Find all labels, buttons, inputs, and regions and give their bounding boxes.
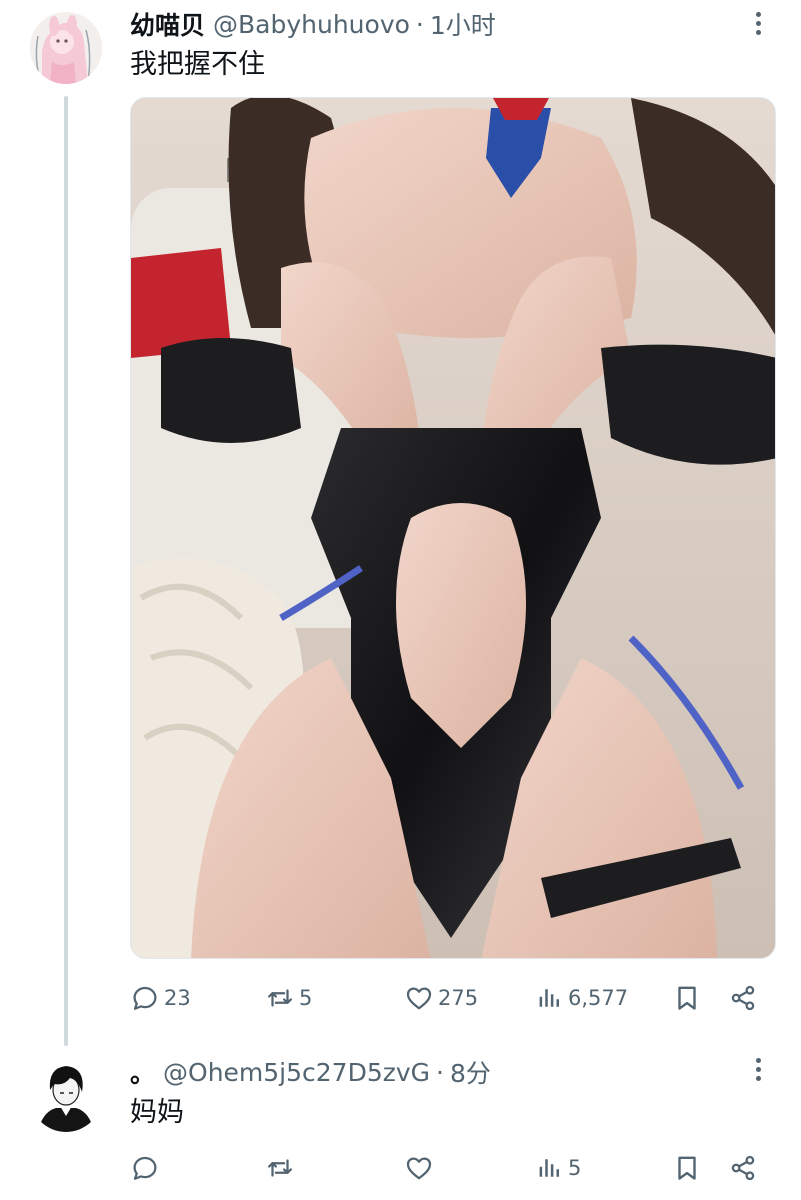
like-count: 275 (438, 986, 479, 1010)
author-handle[interactable]: @Ohem5j5c27D5zvG (163, 1058, 430, 1087)
like-button[interactable]: 275 (404, 978, 478, 1018)
action-bar: 23 5 275 6,577 (130, 978, 776, 1018)
bookmark-button[interactable] (672, 1148, 702, 1188)
post-text: 妈妈 (130, 1097, 184, 1128)
avatar[interactable] (30, 12, 102, 84)
repost-button[interactable]: 5 (265, 978, 312, 1018)
bookmark-icon (672, 1153, 702, 1183)
share-icon (728, 983, 758, 1013)
share-icon (728, 1153, 758, 1183)
views-icon (534, 1153, 564, 1183)
author-display-name[interactable]: 。 (130, 1054, 155, 1090)
meta-separator: · (415, 9, 424, 39)
more-icon[interactable] (753, 12, 763, 40)
post-header: 幼喵贝 @Babyhuhuovo · 1小时 (130, 6, 496, 42)
avatar-illustration (30, 1060, 102, 1132)
repost-count: 5 (299, 986, 313, 1010)
views-icon (534, 983, 564, 1013)
repost-button[interactable] (265, 1148, 299, 1188)
post-photo[interactable] (130, 97, 776, 959)
heart-icon (404, 983, 434, 1013)
reply-count: 23 (164, 986, 191, 1010)
views-count: 5 (568, 1156, 582, 1180)
views-button[interactable]: 5 (534, 1148, 581, 1188)
like-button[interactable] (404, 1148, 438, 1188)
avatar-illustration (30, 12, 102, 84)
reply-button[interactable] (130, 1148, 164, 1188)
reply-icon (130, 983, 160, 1013)
meta-separator: · (436, 1057, 444, 1087)
post-timestamp[interactable]: 8分 (450, 1054, 491, 1090)
post-timestamp[interactable]: 1小时 (430, 6, 496, 42)
share-button[interactable] (728, 978, 758, 1018)
author-display-name[interactable]: 幼喵贝 (130, 6, 205, 42)
reply-button[interactable]: 23 (130, 978, 191, 1018)
bookmark-icon (672, 983, 702, 1013)
repost-icon (265, 1153, 295, 1183)
views-button[interactable]: 6,577 (534, 978, 628, 1018)
share-button[interactable] (728, 1148, 758, 1188)
author-handle[interactable]: @Babyhuhuovo (213, 10, 410, 39)
repost-icon (265, 983, 295, 1013)
avatar[interactable] (30, 1060, 102, 1132)
thread-connector-line (64, 96, 68, 1046)
action-bar: 5 (130, 1148, 776, 1188)
bookmark-button[interactable] (672, 978, 702, 1018)
heart-icon (404, 1153, 434, 1183)
reply-icon (130, 1153, 160, 1183)
post-text: 我把握不住 (130, 49, 265, 80)
post-header: 。 @Ohem5j5c27D5zvG · 8分 (130, 1054, 491, 1090)
more-icon[interactable] (753, 1058, 763, 1086)
views-count: 6,577 (568, 986, 629, 1010)
photo-image (131, 98, 775, 958)
